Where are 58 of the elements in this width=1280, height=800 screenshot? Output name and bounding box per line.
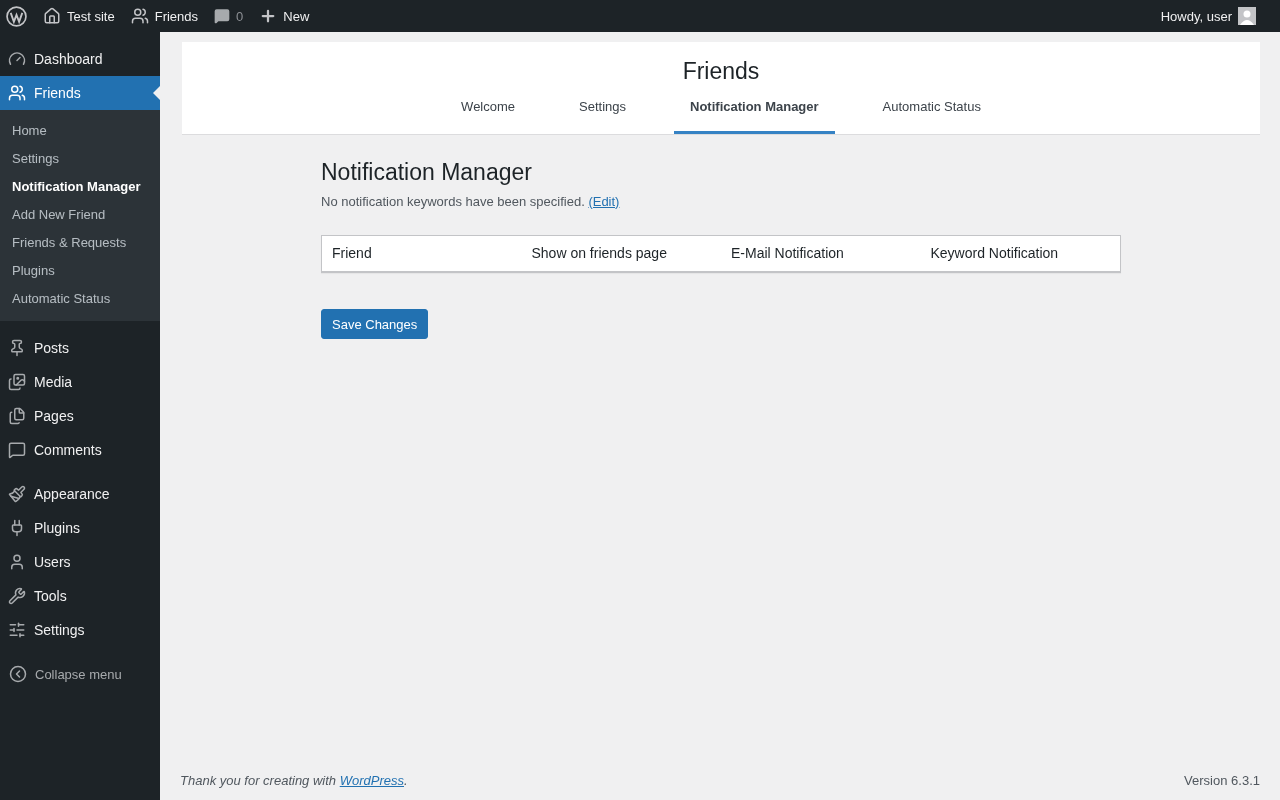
comments-link[interactable]: 0 [214,8,244,24]
sliders-icon [8,621,26,639]
menu-item[interactable]: Friends [0,76,160,110]
people-icon [130,7,149,25]
paintbrush-icon [8,485,26,503]
people-icon [8,84,26,102]
avatar-icon [1238,7,1256,25]
menu-item[interactable]: Users [0,545,160,579]
column-header: Friend [331,244,373,263]
pin-icon [8,339,26,357]
notice-text: No notification keywords have been specified. (Edit) [321,194,621,209]
menu-item[interactable]: Media [0,365,160,399]
comments-count: 0 [236,8,244,24]
save-changes-button[interactable]: Save Changes [321,309,429,339]
nav-tab[interactable]: Settings [563,93,643,134]
home-icon [43,7,61,25]
menu-item[interactable]: Tools [0,579,160,613]
submenu-item[interactable]: Friends & Requests [0,229,160,257]
submenu-item[interactable]: Settings [0,145,160,173]
nav-tab[interactable]: Automatic Status [866,93,997,134]
submenu-item[interactable]: Home [0,117,160,145]
column-header: E-Mail Notification [730,244,845,263]
friends-link[interactable]: Friends [130,7,199,25]
menu-item[interactable]: Plugins [0,511,160,545]
menu-item[interactable]: Comments [0,433,160,467]
collapse-menu-button[interactable]: Collapse menu [0,657,160,691]
submenu-item[interactable]: Plugins [0,257,160,285]
footer-text: Thank you for creating with WordPress. [180,773,408,788]
menu-item[interactable]: Settings [0,613,160,647]
menu-item[interactable]: Posts [0,331,160,365]
site-link[interactable]: Test site [43,7,115,25]
column-header: Keyword Notification [929,244,1060,263]
comment-icon [214,8,231,24]
column-header: Show on friends page [530,244,668,263]
new-link[interactable]: New [259,7,310,25]
nav-tab[interactable]: Notification Manager [674,93,835,134]
logo-icon[interactable] [6,5,27,27]
submenu-item[interactable]: Automatic Status [0,285,160,313]
dashboard-icon [8,50,26,68]
wrench-icon [8,587,26,605]
version-text: Version 6.3.1 [1184,773,1260,788]
submenu-item[interactable]: Notification Manager [0,173,160,201]
comment-icon [8,441,26,459]
submenu-item[interactable]: Add New Friend [0,201,160,229]
collapse-icon [9,665,27,683]
pages-icon [8,407,26,425]
current-arrow-icon [153,86,160,100]
section-heading: Notification Manager [321,159,533,186]
edit-link[interactable]: (Edit) [588,194,620,209]
account-menu[interactable]: Howdy, user [1160,7,1256,25]
menu-item[interactable]: Dashboard [0,42,160,76]
wordpress-link[interactable]: WordPress [339,773,404,788]
menu-item[interactable]: Pages [0,399,160,433]
page-title: Friends [682,58,760,85]
user-icon [8,553,26,571]
nav-tab[interactable]: Welcome [445,93,532,134]
media-icon [8,373,26,391]
menu-item[interactable]: Appearance [0,477,160,511]
